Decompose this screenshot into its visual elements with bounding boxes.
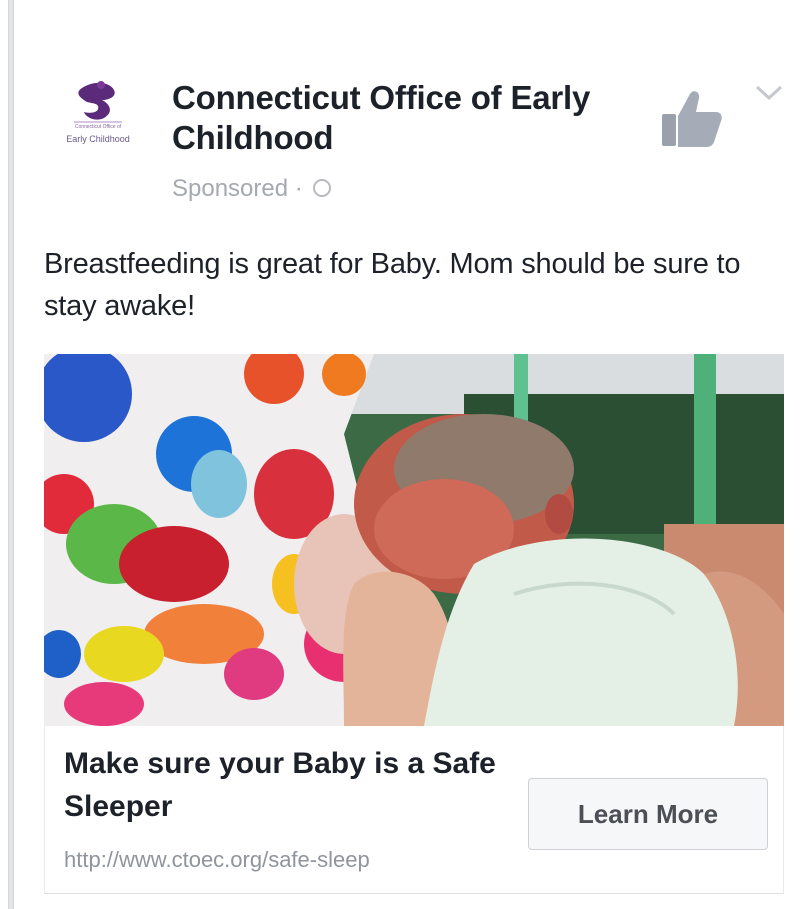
post-text: Breastfeeding is great for Baby. Mom sho… [44,248,741,322]
learn-more-button[interactable]: Learn More [528,778,768,850]
advertiser-logo[interactable]: Connecticut Office of Early Childhood [44,74,152,178]
link-headline[interactable]: Make sure your Baby is a Safe Sleeper [64,742,504,828]
feed-divider [8,0,14,909]
globe-icon [313,178,332,197]
logo-caption: Early Childhood [66,134,130,144]
sponsored-label: Sponsored · [172,175,303,202]
ad-image[interactable] [44,354,784,726]
chevron-down-icon[interactable] [754,82,784,104]
svg-text:Connecticut Office of: Connecticut Office of [75,124,122,130]
link-url[interactable]: http://www.ctoec.org/safe-sleep [64,845,370,875]
thumbs-up-icon[interactable] [660,86,724,150]
advertiser-name[interactable]: Connecticut Office of Early Childhood [172,78,592,158]
ad-page: Connecticut Office of Early Childhood Co… [0,0,800,909]
sponsored-row: Sponsored · [172,172,332,206]
